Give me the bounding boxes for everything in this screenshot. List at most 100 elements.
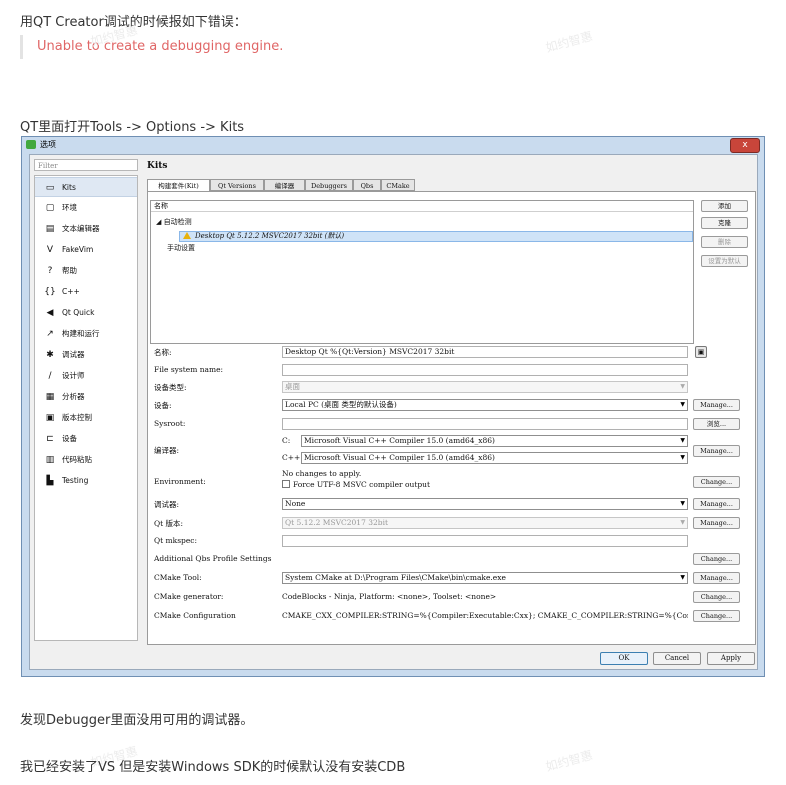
sidebar-item-7[interactable]: ↗ 构建和运行 (35, 324, 137, 344)
sysroot-field[interactable] (282, 418, 688, 430)
fakevim-icon: V (46, 245, 54, 255)
cmake-generator-change-button[interactable]: Change... (693, 591, 740, 603)
browse-button[interactable]: 浏览... (693, 418, 740, 430)
filesystem-field[interactable] (282, 364, 688, 376)
tab-debuggers[interactable]: Debuggers (305, 179, 353, 191)
sidebar-item-fakevim[interactable]: V FakeVim (35, 240, 137, 260)
chevron-down-icon: ▼ (680, 574, 685, 581)
tree-group-manual[interactable]: 手动设置 (167, 243, 195, 254)
sidebar-item-qt-quick[interactable]: ◀ Qt Quick (35, 303, 137, 323)
sidebar-item-label: C++ (62, 287, 80, 296)
chevron-down-icon: ▼ (680, 437, 685, 444)
device-icon: ⊏ (46, 434, 54, 444)
compiler-label: 编译器: (154, 446, 180, 455)
watermark: 如约智惠 (544, 748, 595, 774)
remove-button[interactable]: 删除 (701, 236, 748, 248)
mkspec-field[interactable] (282, 535, 688, 547)
cmake-tool-value: System CMake at D:\Program Files\CMake\b… (285, 573, 506, 582)
device-value: Local PC (桌面 类型的默认设备) (285, 400, 397, 409)
add-button[interactable]: 添加 (701, 200, 748, 212)
cpp-label: C++: (282, 453, 303, 462)
sidebar-item-label: 帮助 (62, 266, 77, 275)
filter-input[interactable]: Filter (34, 159, 138, 171)
sidebar-item-13[interactable]: ▥ 代码粘贴 (35, 450, 137, 470)
cmake-tool-select[interactable]: System CMake at D:\Program Files\CMake\b… (282, 572, 688, 584)
screen-icon-button[interactable]: ▣ (695, 346, 707, 358)
sidebar-item-9[interactable]: / 设计师 (35, 366, 137, 386)
warning-icon (183, 232, 191, 239)
pen-icon: / (48, 371, 52, 381)
utf8-checkbox[interactable]: Force UTF-8 MSVC compiler output (282, 480, 430, 489)
sidebar-item-label: 版本控制 (62, 413, 92, 422)
dialog-titlebar[interactable]: 选项 x (22, 137, 764, 154)
tab-compilers[interactable]: 编译器 (264, 179, 305, 191)
apply-button[interactable]: Apply (707, 652, 755, 665)
sidebar-item-c[interactable]: {} C++ (35, 282, 137, 302)
testing-icon: ▙ (46, 476, 54, 486)
kit-tree: 名称 ◢ 自动检测 Desktop Qt 5.12.2 MSVC2017 32b… (150, 200, 694, 344)
sidebar-item-label: 设备 (62, 434, 77, 443)
kit-item-desktop-qt[interactable]: Desktop Qt 5.12.2 MSVC2017 32bit (默认) (183, 231, 344, 242)
category-sidebar: ▭ Kits ▢ 环境 ▤ 文本编辑器 V FakeVim? 帮助 {} C++ ◀ Qt Quick ↗… (34, 175, 138, 641)
environment-change-button[interactable]: Change... (693, 476, 740, 488)
name-label: 名称: (154, 348, 172, 357)
tree-group-auto[interactable]: ◢ 自动检测 (156, 217, 192, 228)
set-default-button[interactable]: 设置为默认 (701, 255, 748, 267)
debugger-select[interactable]: None ▼ (282, 498, 688, 510)
cmake-generator-value: CodeBlocks - Ninja, Platform: <none>, To… (282, 592, 497, 601)
sidebar-item-kits[interactable]: ▭ Kits (35, 177, 137, 197)
desktop-icon: ▢ (45, 203, 55, 213)
device-manage-button[interactable]: Manage... (693, 399, 740, 411)
debugger-label: 调试器: (154, 500, 180, 509)
c-compiler-select[interactable]: Microsoft Visual C++ Compiler 15.0 (amd6… (301, 435, 688, 447)
error-quote: Unable to create a debugging engine. (20, 35, 283, 59)
qbs-change-button[interactable]: Change... (693, 553, 740, 565)
debugger-manage-button[interactable]: Manage... (693, 498, 740, 510)
cancel-button[interactable]: Cancel (653, 652, 701, 665)
tree-header: 名称 (151, 201, 693, 212)
dialog-title: 选项 (40, 140, 56, 149)
sidebar-item-label: 文本编辑器 (62, 224, 100, 233)
tab-qt-versions[interactable]: Qt Versions (210, 179, 264, 191)
cpp-compiler-select[interactable]: Microsoft Visual C++ Compiler 15.0 (amd6… (301, 452, 688, 464)
chevron-down-icon: ▼ (680, 383, 685, 390)
cmake-config-change-button[interactable]: Change... (693, 610, 740, 622)
sidebar-item-2[interactable]: ▤ 文本编辑器 (35, 219, 137, 239)
ok-button[interactable]: OK (600, 652, 648, 665)
compiler-manage-button[interactable]: Manage... (693, 445, 740, 457)
options-dialog: 选项 x Filter ▭ Kits ▢ 环境 ▤ 文本编辑器 V FakeVim? 帮助 {} C… (21, 136, 765, 677)
device-select[interactable]: Local PC (桌面 类型的默认设备) ▼ (282, 399, 688, 411)
device-type-label: 设备类型: (154, 383, 187, 392)
qt-version-select[interactable]: Qt 5.12.2 MSVC2017 32bit ▼ (282, 517, 688, 529)
version-control-icon: ▣ (45, 413, 55, 423)
device-type-value: 桌面 (285, 382, 300, 391)
sidebar-item-12[interactable]: ⊏ 设备 (35, 429, 137, 449)
chevron-down-icon: ▼ (680, 519, 685, 526)
sidebar-item-11[interactable]: ▣ 版本控制 (35, 408, 137, 428)
sidebar-item-label: Qt Quick (62, 308, 95, 317)
chevron-down-icon: ▼ (680, 454, 685, 461)
name-field[interactable]: Desktop Qt %{Qt:Version} MSVC2017 32bit (282, 346, 688, 358)
braces-icon: {} (44, 287, 56, 297)
qbs-label: Additional Qbs Profile Settings (154, 554, 272, 563)
sidebar-item-label: 构建和运行 (62, 329, 100, 338)
tab-cmake[interactable]: CMake (381, 179, 415, 191)
dialog-body: Filter ▭ Kits ▢ 环境 ▤ 文本编辑器 V FakeVim? 帮助 {} C++ ◀ Qt… (29, 154, 758, 670)
sidebar-item-label: Kits (62, 183, 76, 192)
close-button[interactable]: x (730, 138, 760, 153)
checkbox-icon (282, 480, 290, 488)
clone-button[interactable]: 克隆 (701, 217, 748, 229)
cmake-manage-button[interactable]: Manage... (693, 572, 740, 584)
utf8-label: Force UTF-8 MSVC compiler output (293, 480, 430, 489)
sidebar-item-8[interactable]: ✱ 调试器 (35, 345, 137, 365)
code-paste-icon: ▥ (45, 455, 55, 465)
qt-version-manage-button[interactable]: Manage... (693, 517, 740, 529)
environment-value: No changes to apply. (282, 469, 362, 478)
device-type-select[interactable]: 桌面 ▼ (282, 381, 688, 393)
sidebar-item-label: 代码粘贴 (62, 455, 92, 464)
sidebar-item-testing[interactable]: ▙ Testing (35, 471, 137, 491)
sidebar-item-4[interactable]: ? 帮助 (35, 261, 137, 281)
tab-qbs[interactable]: Qbs (353, 179, 381, 191)
sidebar-item-10[interactable]: ▦ 分析器 (35, 387, 137, 407)
sidebar-item-1[interactable]: ▢ 环境 (35, 198, 137, 218)
